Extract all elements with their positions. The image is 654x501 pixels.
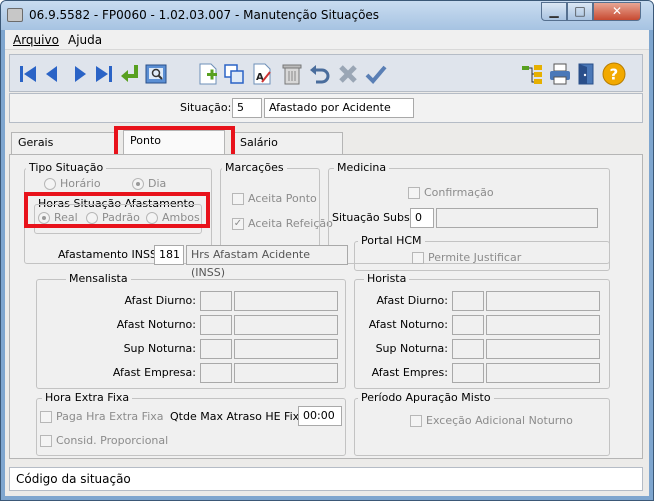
afastamento-inss-description: Hrs Afastam Acidente (INSS): [186, 245, 348, 279]
horas-highlight: [24, 192, 210, 228]
portal-hcm-title: Portal HCM: [358, 234, 425, 247]
aceita-refeicao-checkbox[interactable]: ✓: [232, 218, 244, 230]
afastamento-inss-field[interactable]: 181: [154, 245, 184, 265]
horista-sup-noturna-code[interactable]: [452, 339, 484, 359]
tab-salario[interactable]: Salário: [233, 132, 343, 154]
confirm-icon[interactable]: [364, 62, 388, 86]
toolbar: A ?: [9, 54, 643, 92]
aceita-ponto-checkbox[interactable]: [232, 193, 244, 205]
tab-gerais[interactable]: Gerais: [11, 132, 115, 154]
mensalista-sup-noturna-label: Sup Noturna:: [123, 342, 196, 355]
maximize-button[interactable]: □: [567, 2, 593, 21]
situation-bar: Situação: 5 Afastado por Acidente: [9, 93, 643, 123]
hierarchy-icon[interactable]: [520, 62, 544, 86]
window-title: 06.9.5582 - FP0060 - 1.02.03.007 - Manut…: [29, 8, 380, 22]
horista-afast-diurno-desc: [486, 291, 600, 311]
hora-extra-fixa-title: Hora Extra Fixa: [42, 391, 133, 404]
go-to-icon[interactable]: [118, 62, 142, 86]
periodo-apuracao-title: Período Apuração Misto: [358, 391, 494, 404]
menu-arquivo[interactable]: Arquivo: [13, 33, 59, 47]
client-area: Arquivo Ajuda A ? Situação: 5 Afastado p…: [5, 30, 649, 496]
delete-icon[interactable]: [280, 62, 304, 86]
confirmacao-checkbox[interactable]: [408, 187, 420, 199]
periodo-apuracao-group: [354, 398, 610, 456]
title-bar: 06.9.5582 - FP0060 - 1.02.03.007 - Manut…: [1, 1, 653, 30]
horista-afast-diurno-label: Afast Diurno:: [376, 294, 448, 307]
print-icon[interactable]: [548, 62, 572, 86]
situacao-subst-description: [436, 208, 598, 228]
horista-afast-noturno-label: Afast Noturno:: [368, 318, 448, 331]
paga-hra-extra-checkbox[interactable]: [40, 411, 52, 423]
exit-icon[interactable]: [574, 62, 598, 86]
app-icon: [7, 8, 23, 22]
mensalista-afast-diurno-label: Afast Diurno:: [124, 294, 196, 307]
mensalista-afast-diurno-desc: [234, 291, 338, 311]
search-icon[interactable]: [144, 62, 168, 86]
radio-horario-label: Horário: [60, 177, 101, 190]
next-record-icon[interactable]: [68, 62, 92, 86]
excecao-adicional-checkbox[interactable]: [410, 415, 422, 427]
horista-title: Horista: [364, 272, 410, 285]
situacao-subst-field[interactable]: 0: [410, 208, 434, 228]
aceita-ponto-label: Aceita Ponto: [248, 192, 317, 205]
paga-hra-extra-label: Paga Hra Extra Fixa: [56, 410, 164, 423]
confirmacao-label: Confirmação: [424, 186, 494, 199]
first-record-icon[interactable]: [16, 62, 40, 86]
aceita-refeicao-label: Aceita Refeição: [248, 217, 333, 230]
copy-icon[interactable]: [222, 62, 246, 86]
qtde-max-atraso-field[interactable]: 00:00: [298, 406, 342, 426]
svg-text:?: ?: [610, 66, 619, 84]
mensalista-afast-empresa-desc: [234, 363, 338, 383]
application-window: 06.9.5582 - FP0060 - 1.02.03.007 - Manut…: [0, 0, 654, 501]
horista-afast-empres-label: Afast Empres:: [371, 366, 448, 379]
horista-afast-noturno-desc: [486, 315, 600, 335]
permite-justificar-checkbox[interactable]: [412, 252, 424, 264]
menu-bar: Arquivo Ajuda: [5, 30, 649, 50]
permite-justificar-label: Permite Justificar: [428, 251, 522, 264]
marcacoes-title: Marcações: [222, 161, 287, 174]
horista-afast-noturno-code[interactable]: [452, 315, 484, 335]
horista-sup-noturna-desc: [486, 339, 600, 359]
mensalista-sup-noturna-code[interactable]: [200, 339, 232, 359]
consid-proporcional-label: Consid. Proporcional: [56, 434, 169, 447]
tipo-situacao-title: Tipo Situação: [26, 161, 107, 174]
situacao-subst-label: Situação Subst:: [332, 211, 418, 224]
mensalista-afast-empresa-label: Afast Empresa:: [112, 366, 196, 379]
undo-icon[interactable]: [308, 62, 332, 86]
mensalista-sup-noturna-desc: [234, 339, 338, 359]
mensalista-afast-noturno-label: Afast Noturno:: [116, 318, 196, 331]
horista-afast-empres-desc: [486, 363, 600, 383]
radio-dia[interactable]: [132, 178, 144, 190]
last-record-icon[interactable]: [92, 62, 116, 86]
previous-record-icon[interactable]: [40, 62, 64, 86]
situacao-code-field[interactable]: 5: [232, 98, 262, 118]
horista-sup-noturna-label: Sup Noturna:: [375, 342, 448, 355]
situacao-label: Situação:: [180, 101, 232, 114]
new-record-icon[interactable]: [196, 62, 220, 86]
minimize-button[interactable]: ▁: [541, 2, 567, 21]
radio-horario[interactable]: [44, 178, 56, 190]
ponto-panel: Tipo Situação Horário Dia Horas Situação…: [9, 154, 643, 459]
excecao-adicional-label: Exceção Adicional Noturno: [426, 414, 573, 427]
mensalista-title: Mensalista: [66, 272, 131, 285]
menu-ajuda[interactable]: Ajuda: [68, 33, 102, 47]
mensalista-afast-noturno-code[interactable]: [200, 315, 232, 335]
qtde-max-atraso-label: Qtde Max Atraso HE Fixa:: [170, 410, 310, 423]
mensalista-afast-empresa-code[interactable]: [200, 363, 232, 383]
horista-afast-empres-code[interactable]: [452, 363, 484, 383]
close-button[interactable]: ✕: [593, 2, 641, 21]
medicina-title: Medicina: [334, 161, 390, 174]
cancel-icon[interactable]: [336, 62, 360, 86]
edit-icon[interactable]: A: [250, 62, 274, 86]
horista-afast-diurno-code[interactable]: [452, 291, 484, 311]
afastamento-inss-label: Afastamento INSS:: [58, 248, 161, 261]
radio-dia-label: Dia: [148, 177, 167, 190]
help-icon[interactable]: ?: [602, 62, 626, 86]
situacao-description-field: Afastado por Acidente: [264, 98, 414, 118]
mensalista-afast-noturno-desc: [234, 315, 338, 335]
status-bar: Código da situação: [9, 467, 643, 491]
mensalista-afast-diurno-code[interactable]: [200, 291, 232, 311]
consid-proporcional-checkbox[interactable]: [40, 435, 52, 447]
